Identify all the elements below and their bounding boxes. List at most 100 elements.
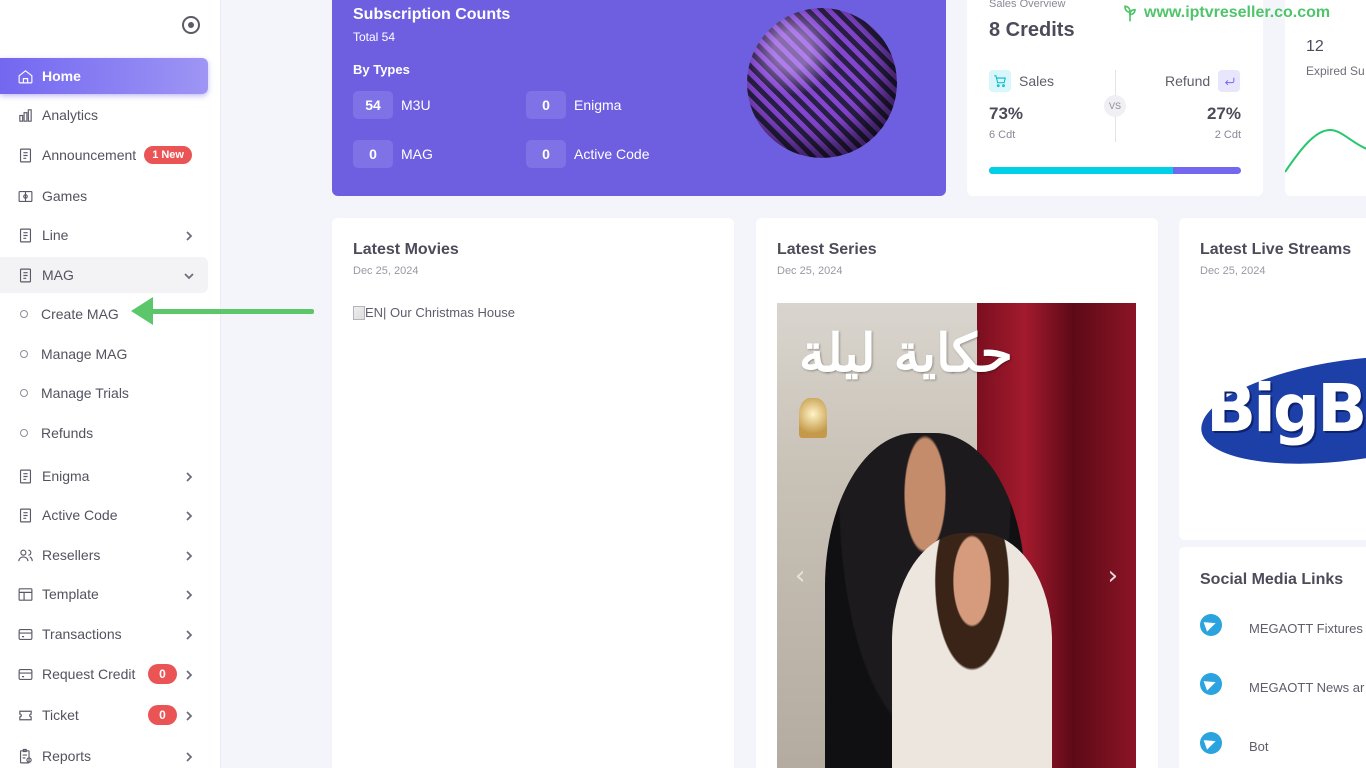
sidebar-subitem-label: Manage MAG	[41, 346, 128, 362]
refund-label: Refund	[1165, 73, 1211, 89]
stat-mag: 0 MAG	[353, 140, 433, 168]
sidebar-item-label: Resellers	[42, 547, 101, 563]
bullet-icon	[20, 429, 28, 437]
document-icon	[16, 266, 34, 284]
sidebar-item-games[interactable]: Games	[0, 178, 208, 214]
stat-m3u: 54 M3U	[353, 91, 431, 119]
social-media-card: Social Media Links MEGAOTT Fixtures MEGA…	[1179, 547, 1366, 768]
stat-value: 0	[353, 140, 393, 168]
count-badge: 0	[148, 664, 177, 684]
document-icon	[16, 506, 34, 524]
sidebar-item-label: Active Code	[42, 507, 118, 523]
social-link[interactable]: Bot	[1200, 732, 1269, 754]
sidebar-item-active-code[interactable]: Active Code	[0, 497, 208, 533]
bullet-icon	[20, 310, 28, 318]
sidebar-item-label: Analytics	[42, 107, 99, 123]
logo-text: BigBr	[1206, 370, 1366, 447]
sales-refund-progress-bar	[989, 167, 1241, 174]
sidebar-subitem-refunds[interactable]: Refunds	[0, 416, 208, 450]
telegram-icon	[1200, 673, 1222, 695]
chevron-right-icon	[184, 667, 196, 680]
count-badge: 0	[148, 705, 177, 725]
social-link-label: MEGAOTT News ar	[1249, 679, 1365, 695]
series-poster[interactable]: حكاية ليلة ‹ ›	[777, 303, 1136, 768]
carousel-prev-icon[interactable]: ‹	[795, 561, 805, 591]
sidebar-item-label: Transactions	[42, 626, 122, 642]
social-link[interactable]: MEGAOTT Fixtures	[1200, 614, 1363, 636]
sidebar-item-analytics[interactable]: Analytics	[0, 97, 208, 133]
stat-active-code: 0 Active Code	[526, 140, 649, 168]
cart-icon	[989, 70, 1011, 92]
sidebar-item-label: Reports	[42, 748, 92, 764]
sidebar-subitem-manage-mag[interactable]: Manage MAG	[0, 337, 208, 371]
stat-enigma: 0 Enigma	[526, 91, 621, 119]
image-alt-text: EN| Our Christmas House	[365, 305, 516, 320]
subscription-title: Subscription Counts	[353, 6, 511, 23]
sidebar-item-enigma[interactable]: Enigma	[0, 458, 208, 494]
sidebar-item-label: Template	[42, 586, 99, 602]
sidebar-subitem-create-mag[interactable]: Create MAG	[0, 297, 208, 331]
field-icon	[16, 187, 34, 205]
movie-image[interactable]: EN| Our Christmas House	[353, 305, 515, 320]
expired-count: 12	[1306, 38, 1324, 55]
sidebar-item-label: Home	[42, 68, 81, 84]
report-icon	[16, 747, 34, 765]
stat-value: 0	[526, 140, 566, 168]
users-icon	[16, 546, 34, 564]
sidebar-item-ticket[interactable]: Ticket 0	[0, 697, 208, 733]
sidebar-item-transactions[interactable]: Transactions	[0, 616, 208, 652]
sidebar-item-mag[interactable]: MAG	[0, 257, 208, 293]
expired-label: Expired Su	[1306, 64, 1365, 78]
sidebar-item-reports[interactable]: Reports	[0, 738, 208, 768]
sales-percent: 73%	[989, 104, 1024, 123]
sidebar-item-label: Enigma	[42, 468, 90, 484]
subscription-total: Total 54	[353, 30, 396, 44]
by-types-label: By Types	[353, 62, 410, 77]
sidebar-collapse-icon[interactable]	[182, 16, 200, 34]
sales-progress-fill	[989, 167, 1173, 174]
chevron-down-icon	[184, 268, 196, 280]
credit-card-icon	[16, 625, 34, 643]
sales-credits: 6 Cdt	[989, 129, 1016, 141]
vs-badge: VS	[1104, 95, 1126, 117]
chevron-right-icon	[184, 228, 196, 241]
sidebar-subitem-manage-trials[interactable]: Manage Trials	[0, 376, 208, 410]
return-icon	[1218, 70, 1240, 92]
sidebar-item-request-credit[interactable]: Request Credit 0	[0, 656, 208, 692]
sidebar-item-template[interactable]: Template	[0, 576, 208, 612]
home-icon	[16, 67, 34, 85]
card-title: Social Media Links	[1200, 571, 1344, 588]
credits-value: 8 Credits	[989, 19, 1075, 41]
subscription-counts-card: Subscription Counts Total 54 By Types 54…	[332, 0, 946, 196]
expired-card: 12 Expired Su	[1285, 0, 1366, 196]
sidebar-item-announcement[interactable]: Announcement 1 New	[0, 137, 208, 173]
latest-series-card: Latest Series Dec 25, 2024 حكاية ليلة ‹ …	[756, 218, 1158, 768]
refund-percent: 27%	[1206, 104, 1241, 123]
stat-label: Enigma	[574, 97, 622, 113]
watermark-text: www.iptvreseller.co.com	[1144, 4, 1331, 21]
chevron-right-icon	[184, 587, 196, 600]
stream-logo[interactable]: BigBr	[1194, 330, 1366, 490]
social-link[interactable]: MEGAOTT News ar	[1200, 673, 1364, 695]
document-icon	[16, 467, 34, 485]
sidebar-item-resellers[interactable]: Resellers	[0, 537, 208, 573]
broken-image-icon	[353, 305, 365, 320]
expired-sparkline	[1285, 128, 1366, 173]
card-title: Latest Series	[777, 241, 877, 258]
sidebar-subitem-label: Create MAG	[41, 306, 119, 322]
sidebar-subitem-label: Manage Trials	[41, 385, 129, 401]
sidebar-item-line[interactable]: Line	[0, 217, 208, 253]
chevron-right-icon	[184, 548, 196, 561]
sidebar-item-label: Announcement	[42, 147, 137, 163]
latest-movies-card: Latest Movies Dec 25, 2024 EN| Our Chris…	[332, 218, 734, 768]
sales-overview-card: Sales Overview 8 Credits Sales VS Refund…	[967, 0, 1263, 196]
sidebar-item-label: Ticket	[42, 707, 79, 723]
latest-live-streams-card: Latest Live Streams Dec 25, 2024 BigBr	[1179, 218, 1366, 540]
carousel-next-icon[interactable]: ›	[1108, 561, 1118, 591]
sales-overview-label: Sales Overview	[989, 0, 1066, 10]
sidebar-item-home[interactable]: Home	[0, 58, 208, 94]
card-date: Dec 25, 2024	[777, 265, 843, 277]
document-icon	[16, 226, 34, 244]
sidebar-subitem-label: Refunds	[41, 425, 94, 441]
telegram-icon	[1200, 614, 1222, 636]
